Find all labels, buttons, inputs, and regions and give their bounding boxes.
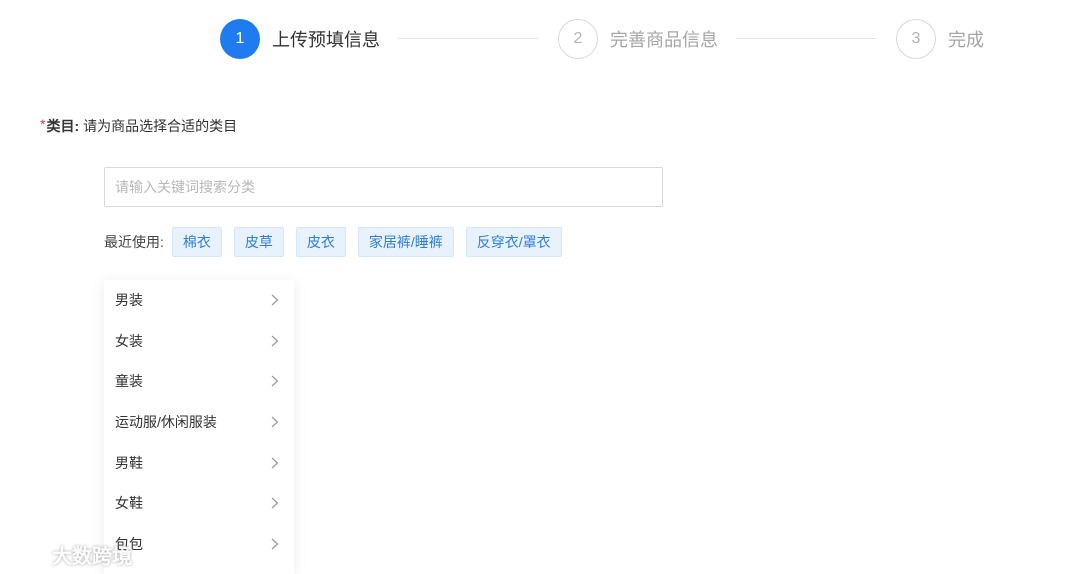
category-item[interactable]: 包包 — [104, 524, 294, 565]
chevron-right-icon — [268, 293, 282, 307]
category-item[interactable]: 男鞋 — [104, 442, 294, 483]
category-list: 男装 女装 童装 运动服/休闲服装 男鞋 女鞋 包包 — [104, 280, 294, 574]
recent-label: 最近使用: — [104, 234, 164, 250]
watermark-logo-icon — [8, 545, 46, 563]
step-3: 3 完成 — [896, 18, 984, 60]
watermark: 大数跨境 — [8, 540, 132, 569]
step-indicator: 1 上传预填信息 2 完善商品信息 3 完成 — [220, 18, 1000, 60]
chevron-right-icon — [268, 537, 282, 551]
category-item-label: 男鞋 — [115, 454, 143, 471]
recent-tag[interactable]: 皮衣 — [295, 227, 346, 257]
category-hint: 请为商品选择合适的类目 — [83, 118, 238, 134]
step-2-number: 2 — [558, 19, 598, 59]
category-field-label: * 类目: 请为商品选择合适的类目 — [40, 116, 237, 136]
category-label: 类目: — [46, 118, 80, 134]
chevron-right-icon — [268, 415, 282, 429]
category-item-label: 童装 — [115, 373, 143, 390]
step-2: 2 完善商品信息 — [558, 18, 718, 60]
category-item-label: 男装 — [115, 292, 143, 309]
step-connector — [736, 38, 876, 39]
category-item[interactable]: 童装 — [104, 361, 294, 402]
watermark-text: 大数跨境 — [52, 546, 132, 568]
required-mark: * — [40, 116, 46, 132]
step-3-label: 完成 — [948, 30, 984, 50]
step-1-number: 1 — [220, 19, 260, 59]
step-3-number: 3 — [896, 19, 936, 59]
recent-tag[interactable]: 棉衣 — [171, 227, 222, 257]
category-item-label: 运动服/休闲服装 — [115, 414, 217, 431]
recent-tag[interactable]: 反穿衣/罩衣 — [465, 227, 562, 257]
chevron-right-icon — [268, 456, 282, 470]
step-2-label: 完善商品信息 — [610, 30, 718, 50]
category-item-label: 女装 — [115, 332, 143, 349]
chevron-right-icon — [268, 374, 282, 388]
category-item[interactable]: 男装 — [104, 280, 294, 321]
recent-categories: 最近使用: 棉衣 皮草 皮衣 家居裤/睡裤 反穿衣/罩衣 — [104, 227, 574, 257]
category-search-input[interactable] — [104, 167, 663, 207]
category-item[interactable]: 运动服/休闲服装 — [104, 402, 294, 443]
step-1-label: 上传预填信息 — [272, 30, 380, 50]
chevron-right-icon — [268, 496, 282, 510]
recent-tag[interactable]: 皮草 — [233, 227, 284, 257]
recent-tag[interactable]: 家居裤/睡裤 — [357, 227, 454, 257]
step-connector — [398, 38, 538, 39]
category-item[interactable]: 女鞋 — [104, 483, 294, 524]
chevron-right-icon — [268, 334, 282, 348]
step-1: 1 上传预填信息 — [220, 18, 380, 60]
category-item[interactable]: 女装 — [104, 321, 294, 362]
category-item-label: 女鞋 — [115, 495, 143, 512]
